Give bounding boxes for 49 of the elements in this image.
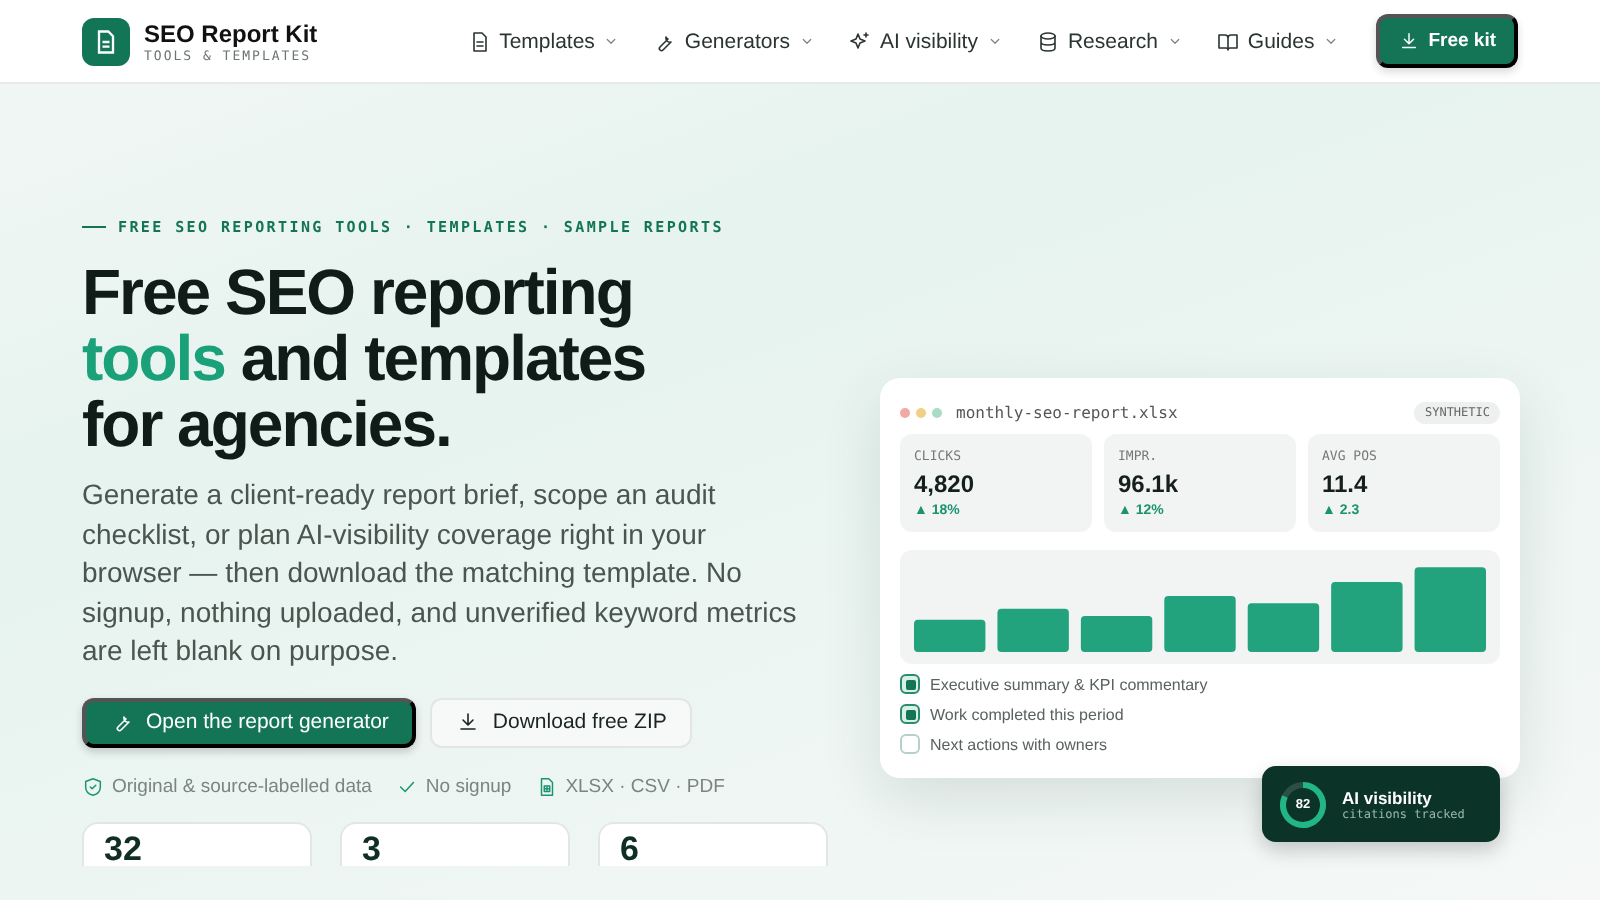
free-kit-button[interactable]: Free kit (1376, 14, 1518, 68)
window-dot (916, 408, 926, 418)
window-dot (932, 408, 942, 418)
download-icon (1398, 30, 1421, 52)
wrench-icon (110, 710, 134, 734)
kpi-value: 11.4 (1322, 470, 1370, 498)
shield-check-icon (82, 775, 104, 797)
report-generator-button[interactable]: Open the report generator (82, 697, 417, 747)
document-icon (467, 29, 492, 53)
sparkle-icon (847, 29, 872, 53)
stat-card: 6 (598, 821, 828, 865)
checklist-label: Next actions with owners (930, 735, 1107, 753)
feature-text: Original & source-labelled data (112, 775, 372, 797)
logo-icon (82, 17, 130, 65)
file-name: monthly-seo-report.xlsx (956, 404, 1178, 422)
chart-bar (914, 619, 986, 652)
download-zip-button[interactable]: Download free ZIP (430, 697, 693, 747)
download-icon (456, 710, 481, 734)
hero-description: Generate a client-ready report brief, scope an audit checklist, or plan AI-visibility coverage right in your browser — then download the matching template. No signup, nothing uploaded, and unverified keyword metrics are left blank on purpose. (82, 476, 799, 670)
chart-bar (1080, 616, 1153, 652)
nav-menu-item[interactable]: Guides (1207, 21, 1349, 61)
checkbox[interactable] (900, 704, 920, 724)
checklist-label: Work completed this period (930, 705, 1124, 723)
hero-headline: Free SEO reporting tools and templates for agencies. (82, 260, 647, 458)
accent-line (82, 225, 106, 229)
book-icon (1215, 29, 1240, 53)
chart-bar (1247, 603, 1320, 652)
kpi-value: 4,820 (914, 470, 977, 498)
brand-name: SEO Report Kit (144, 19, 318, 47)
checklist-label: Executive summary & KPI commentary (930, 675, 1208, 693)
feature-text: No signup (425, 775, 512, 797)
checkbox[interactable] (900, 734, 920, 754)
stat-card: 3 (340, 821, 570, 865)
ai-visibility-title: AI visibility (1342, 787, 1434, 807)
nav-menu-item[interactable]: Templates (459, 21, 629, 61)
checkbox[interactable] (900, 674, 920, 694)
window-dot (900, 408, 910, 418)
feature-text: XLSX · CSV · PDF (565, 775, 725, 797)
chart-bar (1331, 582, 1403, 652)
chart-bar (1414, 567, 1486, 652)
database-icon (1035, 29, 1060, 53)
kpi-value: 96.1k (1118, 470, 1181, 498)
spreadsheet-file-icon (535, 775, 558, 797)
nav-menu-item[interactable]: Research (1027, 21, 1192, 61)
nav-menu-item[interactable]: AI visibility (839, 21, 1012, 61)
nav-menu-item[interactable]: Generators (644, 21, 824, 61)
stat-card: 32 (82, 821, 312, 865)
chart-bar (997, 608, 1069, 652)
chart-bar (1164, 595, 1236, 652)
